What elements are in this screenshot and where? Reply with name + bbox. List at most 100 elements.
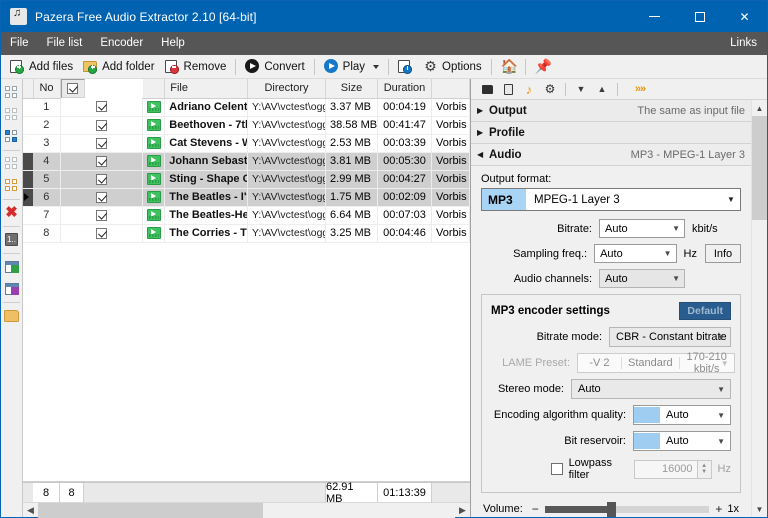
hscroll-track[interactable] bbox=[38, 502, 455, 518]
lowpass-filter-checkbox[interactable] bbox=[550, 463, 563, 475]
menu-file[interactable]: File bbox=[1, 32, 38, 55]
maximize-button[interactable] bbox=[677, 1, 722, 32]
volume-decrease-button[interactable]: − bbox=[532, 502, 539, 516]
row-checkbox-cell[interactable] bbox=[60, 224, 144, 243]
close-button[interactable]: ✕ bbox=[722, 1, 767, 32]
settings-vscrollbar[interactable]: ▲ ▼ bbox=[751, 100, 767, 517]
row-checkbox[interactable] bbox=[95, 227, 107, 239]
vscroll-down-arrow[interactable]: ▼ bbox=[752, 501, 767, 517]
invert-selection-icon[interactable] bbox=[1, 126, 22, 147]
bit-reservoir-select[interactable]: Auto ▼ bbox=[633, 431, 731, 451]
add-files-button[interactable]: Add files bbox=[5, 56, 78, 77]
col-directory[interactable]: Directory bbox=[247, 79, 326, 99]
row-checkbox[interactable] bbox=[95, 101, 107, 113]
volume-slider[interactable] bbox=[544, 501, 710, 517]
col-checkbox-header[interactable] bbox=[60, 79, 85, 98]
add-folder-button[interactable]: Add folder bbox=[78, 56, 159, 77]
lowpass-filter-value[interactable]: 16000 bbox=[633, 459, 698, 479]
col-format[interactable] bbox=[431, 79, 470, 99]
hscroll-left-arrow[interactable]: ◀ bbox=[23, 505, 38, 516]
col-file[interactable]: File bbox=[164, 79, 248, 99]
table-row[interactable]: 7 The Beatles-Hey Jude.ogg Y:\AV\vctest\… bbox=[23, 206, 470, 225]
sampling-freq-select[interactable]: Auto ▼ bbox=[594, 244, 677, 263]
col-duration[interactable]: Duration bbox=[377, 79, 432, 99]
encoding-quality-select[interactable]: Auto ▼ bbox=[633, 405, 731, 425]
row-checkbox-cell[interactable] bbox=[60, 206, 144, 225]
row-checkbox[interactable] bbox=[95, 119, 107, 131]
section-audio[interactable]: ◀ Audio MP3 - MPEG-1 Layer 3 bbox=[471, 144, 751, 166]
table-row[interactable]: 5 Sting - Shape Of My Heart.ogg Y:\AV\vc… bbox=[23, 170, 470, 189]
table-row[interactable]: 3 Cat Stevens - Wild World.ogg Y:\AV\vct… bbox=[23, 134, 470, 153]
menu-file-list[interactable]: File list bbox=[38, 32, 92, 55]
menu-links[interactable]: Links bbox=[721, 32, 767, 55]
row-checkbox-cell[interactable] bbox=[60, 134, 144, 153]
file-info-button[interactable] bbox=[393, 56, 418, 77]
row-no: 6 bbox=[33, 188, 61, 207]
menu-encoder[interactable]: Encoder bbox=[91, 32, 152, 55]
output-format-combobox[interactable]: MP3 MPEG-1 Layer 3 ▼ bbox=[481, 188, 741, 211]
vscroll-track[interactable] bbox=[752, 116, 767, 501]
document-icon[interactable] bbox=[498, 80, 518, 99]
chevron-down-icon[interactable]: ▼ bbox=[722, 195, 740, 204]
expand-all-icon[interactable]: »» bbox=[623, 80, 657, 99]
uncheck-icon[interactable] bbox=[1, 153, 22, 174]
pin-button[interactable]: 📌 bbox=[530, 56, 555, 77]
chevron-down-icon[interactable]: ▼ bbox=[571, 80, 591, 99]
row-checkbox-cell[interactable] bbox=[60, 98, 144, 117]
remove-button[interactable]: Remove bbox=[160, 56, 232, 77]
file-list-hscrollbar[interactable]: ◀ ▶ bbox=[23, 502, 470, 518]
chevron-up-icon[interactable]: ▲ bbox=[592, 80, 612, 99]
check-icon[interactable] bbox=[1, 175, 22, 196]
check-all-checkbox[interactable] bbox=[66, 83, 78, 94]
home-button[interactable]: 🏠 bbox=[496, 56, 521, 77]
file-list-empty-area[interactable] bbox=[23, 242, 470, 482]
open-folder-icon[interactable] bbox=[1, 305, 22, 326]
gear-icon[interactable]: ⚙ bbox=[540, 80, 560, 99]
row-checkbox[interactable] bbox=[95, 137, 107, 149]
export-list-icon[interactable] bbox=[1, 278, 22, 299]
play-dropdown-icon[interactable] bbox=[373, 64, 380, 69]
menu-help[interactable]: Help bbox=[152, 32, 194, 55]
table-row[interactable]: 4 Johann Sebastian Bach - Violin sonata … bbox=[23, 152, 470, 171]
row-checkbox[interactable] bbox=[95, 155, 107, 167]
section-profile[interactable]: ▶ Profile bbox=[471, 122, 751, 144]
lowpass-spinner[interactable]: ▲ ▼ bbox=[697, 459, 712, 479]
section-output[interactable]: ▶ Output The same as input file bbox=[471, 100, 751, 122]
minimize-button[interactable] bbox=[632, 1, 677, 32]
info-button[interactable]: Info bbox=[705, 244, 741, 263]
table-row[interactable]: 1 Adriano Celentano & Claudia Mori - No.… bbox=[23, 98, 470, 117]
col-size[interactable]: Size bbox=[325, 79, 378, 99]
bitrate-select[interactable]: Auto ▼ bbox=[599, 219, 685, 238]
bitrate-mode-select[interactable]: CBR - Constant bitrate ▼ bbox=[609, 327, 731, 347]
hscroll-thumb[interactable] bbox=[38, 502, 264, 518]
row-checkbox-cell[interactable] bbox=[60, 188, 144, 207]
volume-slider-handle[interactable] bbox=[607, 501, 617, 517]
row-checkbox-cell[interactable] bbox=[60, 116, 144, 135]
audio-channels-select[interactable]: Auto ▼ bbox=[599, 269, 685, 288]
table-row[interactable]: 2 Beethoven - 7th Symphony.ogg Y:\AV\vct… bbox=[23, 116, 470, 135]
options-button[interactable]: ⚙ Options bbox=[418, 56, 487, 77]
hscroll-right-arrow[interactable]: ▶ bbox=[455, 505, 470, 516]
stereo-mode-select[interactable]: Auto ▼ bbox=[571, 379, 731, 399]
default-button[interactable]: Default bbox=[679, 302, 731, 320]
row-checkbox[interactable] bbox=[95, 209, 107, 221]
volume-increase-button[interactable]: + bbox=[715, 502, 722, 516]
row-checkbox-cell[interactable] bbox=[60, 152, 144, 171]
select-all-icon[interactable] bbox=[1, 82, 22, 103]
music-note-icon[interactable]: ♪ bbox=[519, 80, 539, 99]
convert-button[interactable]: Convert bbox=[240, 56, 309, 77]
row-checkbox[interactable] bbox=[95, 173, 107, 185]
table-row[interactable]: 8 The Corries - The Wild Mountain Thyme.… bbox=[23, 224, 470, 243]
vscroll-up-arrow[interactable]: ▲ bbox=[752, 100, 767, 116]
vscroll-thumb[interactable] bbox=[752, 116, 767, 220]
play-button[interactable]: Play bbox=[319, 56, 384, 77]
remove-selected-icon[interactable]: ✖ bbox=[1, 202, 22, 223]
folder-icon[interactable] bbox=[477, 80, 497, 99]
row-checkbox[interactable] bbox=[95, 191, 107, 203]
import-list-icon[interactable] bbox=[1, 256, 22, 277]
renumber-icon[interactable]: 1.. bbox=[1, 229, 22, 250]
row-checkbox-cell[interactable] bbox=[60, 170, 144, 189]
table-row[interactable]: 6 The Beatles - I've Just Seen a Face.og… bbox=[23, 188, 470, 207]
select-none-icon[interactable] bbox=[1, 104, 22, 125]
col-no[interactable]: No bbox=[33, 79, 61, 99]
